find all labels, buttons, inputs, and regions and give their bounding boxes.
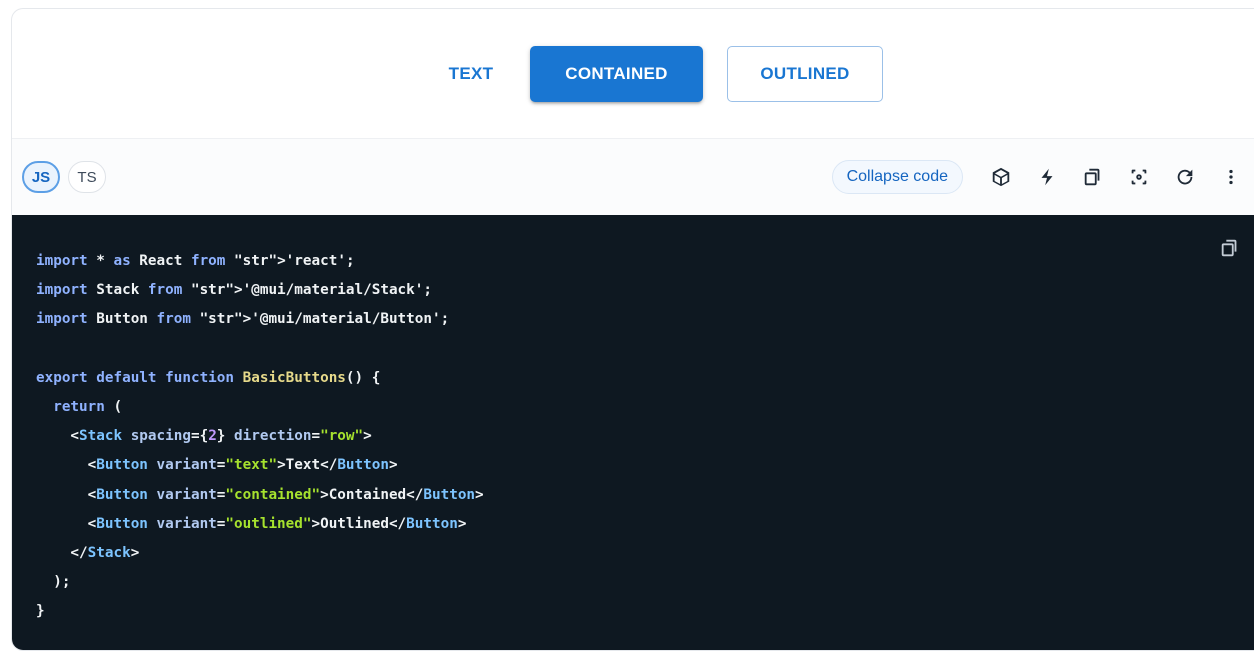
code-line: <Button variant="contained">Contained</B… bbox=[36, 486, 484, 503]
stackblitz-icon[interactable] bbox=[1027, 157, 1067, 197]
code-line: return ( bbox=[53, 399, 123, 416]
code-line: export default function BasicButtons() { bbox=[36, 369, 381, 386]
code-line: <Stack spacing={2} direction="row"> bbox=[36, 428, 372, 445]
code-line: </Stack> bbox=[36, 545, 140, 562]
demo-preview: Text Contained Outlined bbox=[12, 9, 1254, 139]
text-variant-button[interactable]: Text bbox=[428, 46, 514, 102]
code-text: import * as React from "str">'react'; im… bbox=[36, 253, 484, 620]
code-toolbar: JS TS Collapse code bbox=[12, 139, 1254, 215]
code-line: import * as React from "str">'react' bbox=[36, 253, 346, 269]
contained-variant-button[interactable]: Contained bbox=[530, 45, 703, 102]
more-options-icon[interactable] bbox=[1211, 157, 1251, 197]
code-line: ); bbox=[36, 574, 71, 591]
code-line: } bbox=[36, 603, 45, 620]
copy-code-icon[interactable] bbox=[1219, 237, 1241, 259]
outlined-variant-button[interactable]: Outlined bbox=[727, 45, 883, 102]
ts-language-toggle[interactable]: TS bbox=[68, 161, 106, 193]
codesandbox-icon[interactable] bbox=[981, 157, 1021, 197]
code-line: import Stack from "str">'@mui/material/S… bbox=[36, 282, 424, 299]
js-language-toggle[interactable]: JS bbox=[22, 161, 60, 193]
code-line: import Button from "str">'@mui/material/… bbox=[36, 311, 441, 328]
code-line: <Button variant="outlined">Outlined</But… bbox=[36, 515, 467, 532]
reset-icon[interactable] bbox=[1165, 157, 1205, 197]
copy-icon[interactable] bbox=[1073, 157, 1113, 197]
code-block[interactable]: import * as React from "str">'react'; im… bbox=[12, 215, 1254, 650]
demo-card: Text Contained Outlined JS TS Collapse c… bbox=[11, 8, 1254, 651]
code-line: <Button variant="text">Text</Button> bbox=[36, 457, 398, 474]
collapse-code-button[interactable]: Collapse code bbox=[831, 160, 963, 194]
focus-icon[interactable] bbox=[1119, 157, 1159, 197]
